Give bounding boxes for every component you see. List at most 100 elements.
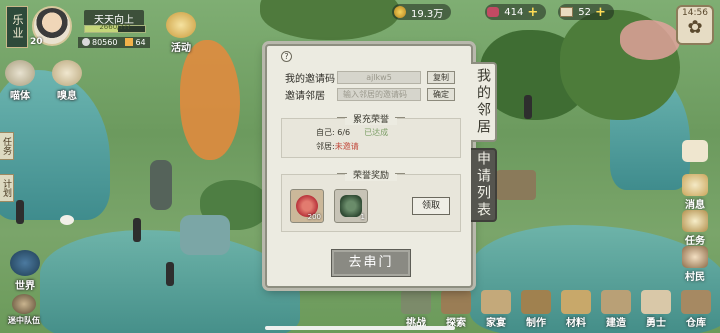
caravan-label: 迷中队伍: [8, 316, 40, 325]
warrior-icon: [641, 290, 671, 314]
green-jade-icon: [340, 195, 362, 217]
tasks-button[interactable]: 任务: [678, 210, 712, 247]
camp-label: 嗅息: [57, 91, 77, 102]
bottom-build-button[interactable]: 建造: [598, 290, 634, 329]
villagers-button[interactable]: 村民: [678, 246, 712, 283]
player-resources: 80560 64: [78, 37, 150, 48]
gem-value: 414: [504, 6, 524, 18]
energy-value: 64: [135, 38, 146, 47]
neighbor-status: 未邀请: [334, 142, 359, 151]
villagers-label: 村民: [685, 272, 705, 283]
bottom-craft-button[interactable]: 制作: [518, 290, 554, 329]
scroll-value: 52: [578, 6, 591, 18]
warehouse-icon: [681, 290, 711, 314]
pet-label: 喵体: [10, 91, 30, 102]
task-side-tab[interactable]: 任务: [0, 132, 14, 160]
my-invite-code-value: ajlkw5: [337, 71, 421, 84]
help-icon[interactable]: ?: [281, 51, 292, 62]
lantern-icon: [682, 174, 708, 196]
bottom-feast-button[interactable]: 家宴: [478, 290, 514, 329]
flower-button[interactable]: [678, 140, 712, 162]
build-icon: [601, 290, 631, 314]
my-invite-code-row: 我的邀请码 ajlkw5 复制: [285, 70, 455, 85]
honor-progress-title: 累充荣誉: [336, 112, 406, 125]
caravan-button[interactable]: 迷中队伍: [8, 294, 40, 326]
world-button[interactable]: 世界: [10, 250, 40, 292]
coin-counter[interactable]: 19.3万: [392, 4, 452, 20]
scroll-icon: [560, 7, 574, 17]
bottom-warehouse-button[interactable]: 仓库: [678, 290, 714, 329]
invite-neighbor-row: 邀请邻居 输入邻居的邀请码 确定: [285, 87, 455, 102]
camp-icon: [52, 60, 82, 86]
experience-bar: 2660/???: [84, 23, 146, 33]
reward-item-1[interactable]: 200: [290, 189, 324, 223]
menu-icon: ✿: [687, 17, 703, 38]
challenge-icon: [401, 290, 431, 314]
warehouse-label: 仓库: [686, 318, 706, 329]
flower-icon: [682, 140, 708, 162]
silver-counter: 80560: [82, 38, 117, 47]
add-gems-button[interactable]: +: [527, 5, 538, 20]
globe-icon: [10, 250, 40, 276]
coin-value: 19.3万: [411, 8, 444, 20]
silver-value: 80560: [92, 38, 118, 47]
activity-icon: [166, 12, 196, 38]
honor-progress-box: 累充荣誉 自己: 6/6 已达成 邻居: 未邀请: [281, 112, 461, 158]
bottom-explore-button[interactable]: 探索: [438, 290, 474, 329]
world-label: 世界: [15, 281, 35, 292]
invite-code-input[interactable]: 输入邻居的邀请码: [337, 88, 421, 101]
self-progress-row: 自己: 6/6 已达成: [316, 127, 388, 138]
reward-item-1-count: 200: [307, 213, 321, 221]
pet-button[interactable]: 喵体: [5, 60, 35, 102]
craft-icon: [521, 290, 551, 314]
invite-neighbor-label: 邀请邻居: [285, 91, 325, 102]
activity-label: 活动: [171, 43, 191, 54]
neighbor-progress-label: 邻居:: [316, 142, 335, 151]
visit-neighbor-button[interactable]: 去串门: [331, 249, 411, 277]
self-progress-label: 自己: 6/6: [316, 128, 351, 137]
camp-button[interactable]: 嗅息: [52, 60, 82, 102]
pet-icon: [5, 60, 35, 86]
feast-icon: [481, 290, 511, 314]
explore-icon: [441, 290, 471, 314]
activity-button[interactable]: 活动: [166, 12, 196, 54]
bottom-challenge-button[interactable]: 挑战: [398, 290, 434, 329]
bottom-material-button[interactable]: 材料: [558, 290, 594, 329]
bottom-warrior-button[interactable]: 勇士: [638, 290, 674, 329]
honor-reward-box: 荣誉奖励 200 1 领取: [281, 168, 461, 232]
claim-button[interactable]: 领取: [412, 197, 450, 215]
gem-icon: [487, 7, 500, 17]
tab-my-neighbors[interactable]: 我的邻居: [471, 62, 497, 142]
messages-button[interactable]: 消息: [678, 174, 712, 211]
honor-reward-title: 荣誉奖励: [336, 168, 406, 181]
reward-item-2-count: 1: [360, 213, 365, 221]
build-label: 建造: [606, 318, 626, 329]
gem-counter[interactable]: 414 +: [485, 4, 547, 20]
menu-clock-button[interactable]: 14:56 ✿: [676, 5, 714, 45]
player-level: 20: [30, 37, 43, 47]
plan-side-tab[interactable]: 计划: [0, 174, 14, 202]
task-scroll-icon: [682, 210, 708, 232]
caravan-icon: [12, 294, 36, 314]
currency-bar: 19.3万 414 + 52 +: [392, 3, 620, 21]
home-indicator[interactable]: [265, 326, 455, 330]
add-scrolls-button[interactable]: +: [595, 5, 606, 20]
silver-icon: [82, 38, 90, 46]
scroll-counter[interactable]: 52 +: [558, 4, 614, 20]
career-tag[interactable]: 乐业: [6, 6, 28, 48]
experience-text: 2660/???: [99, 23, 131, 31]
reward-item-2[interactable]: 1: [334, 189, 368, 223]
tab-requests[interactable]: 申请列表: [471, 148, 497, 222]
neighbor-progress-row: 邻居: 未邀请: [316, 141, 359, 152]
coin-icon: [394, 6, 406, 18]
warrior-label: 勇士: [646, 318, 666, 329]
self-status: 已达成: [364, 128, 389, 137]
material-label: 材料: [566, 318, 586, 329]
feast-label: 家宴: [486, 318, 506, 329]
craft-label: 制作: [526, 318, 546, 329]
energy-counter: 64: [125, 38, 146, 47]
confirm-button[interactable]: 确定: [427, 88, 455, 101]
copy-button[interactable]: 复制: [427, 71, 455, 84]
villager-icon: [682, 246, 708, 268]
my-invite-code-label: 我的邀请码: [285, 74, 335, 85]
